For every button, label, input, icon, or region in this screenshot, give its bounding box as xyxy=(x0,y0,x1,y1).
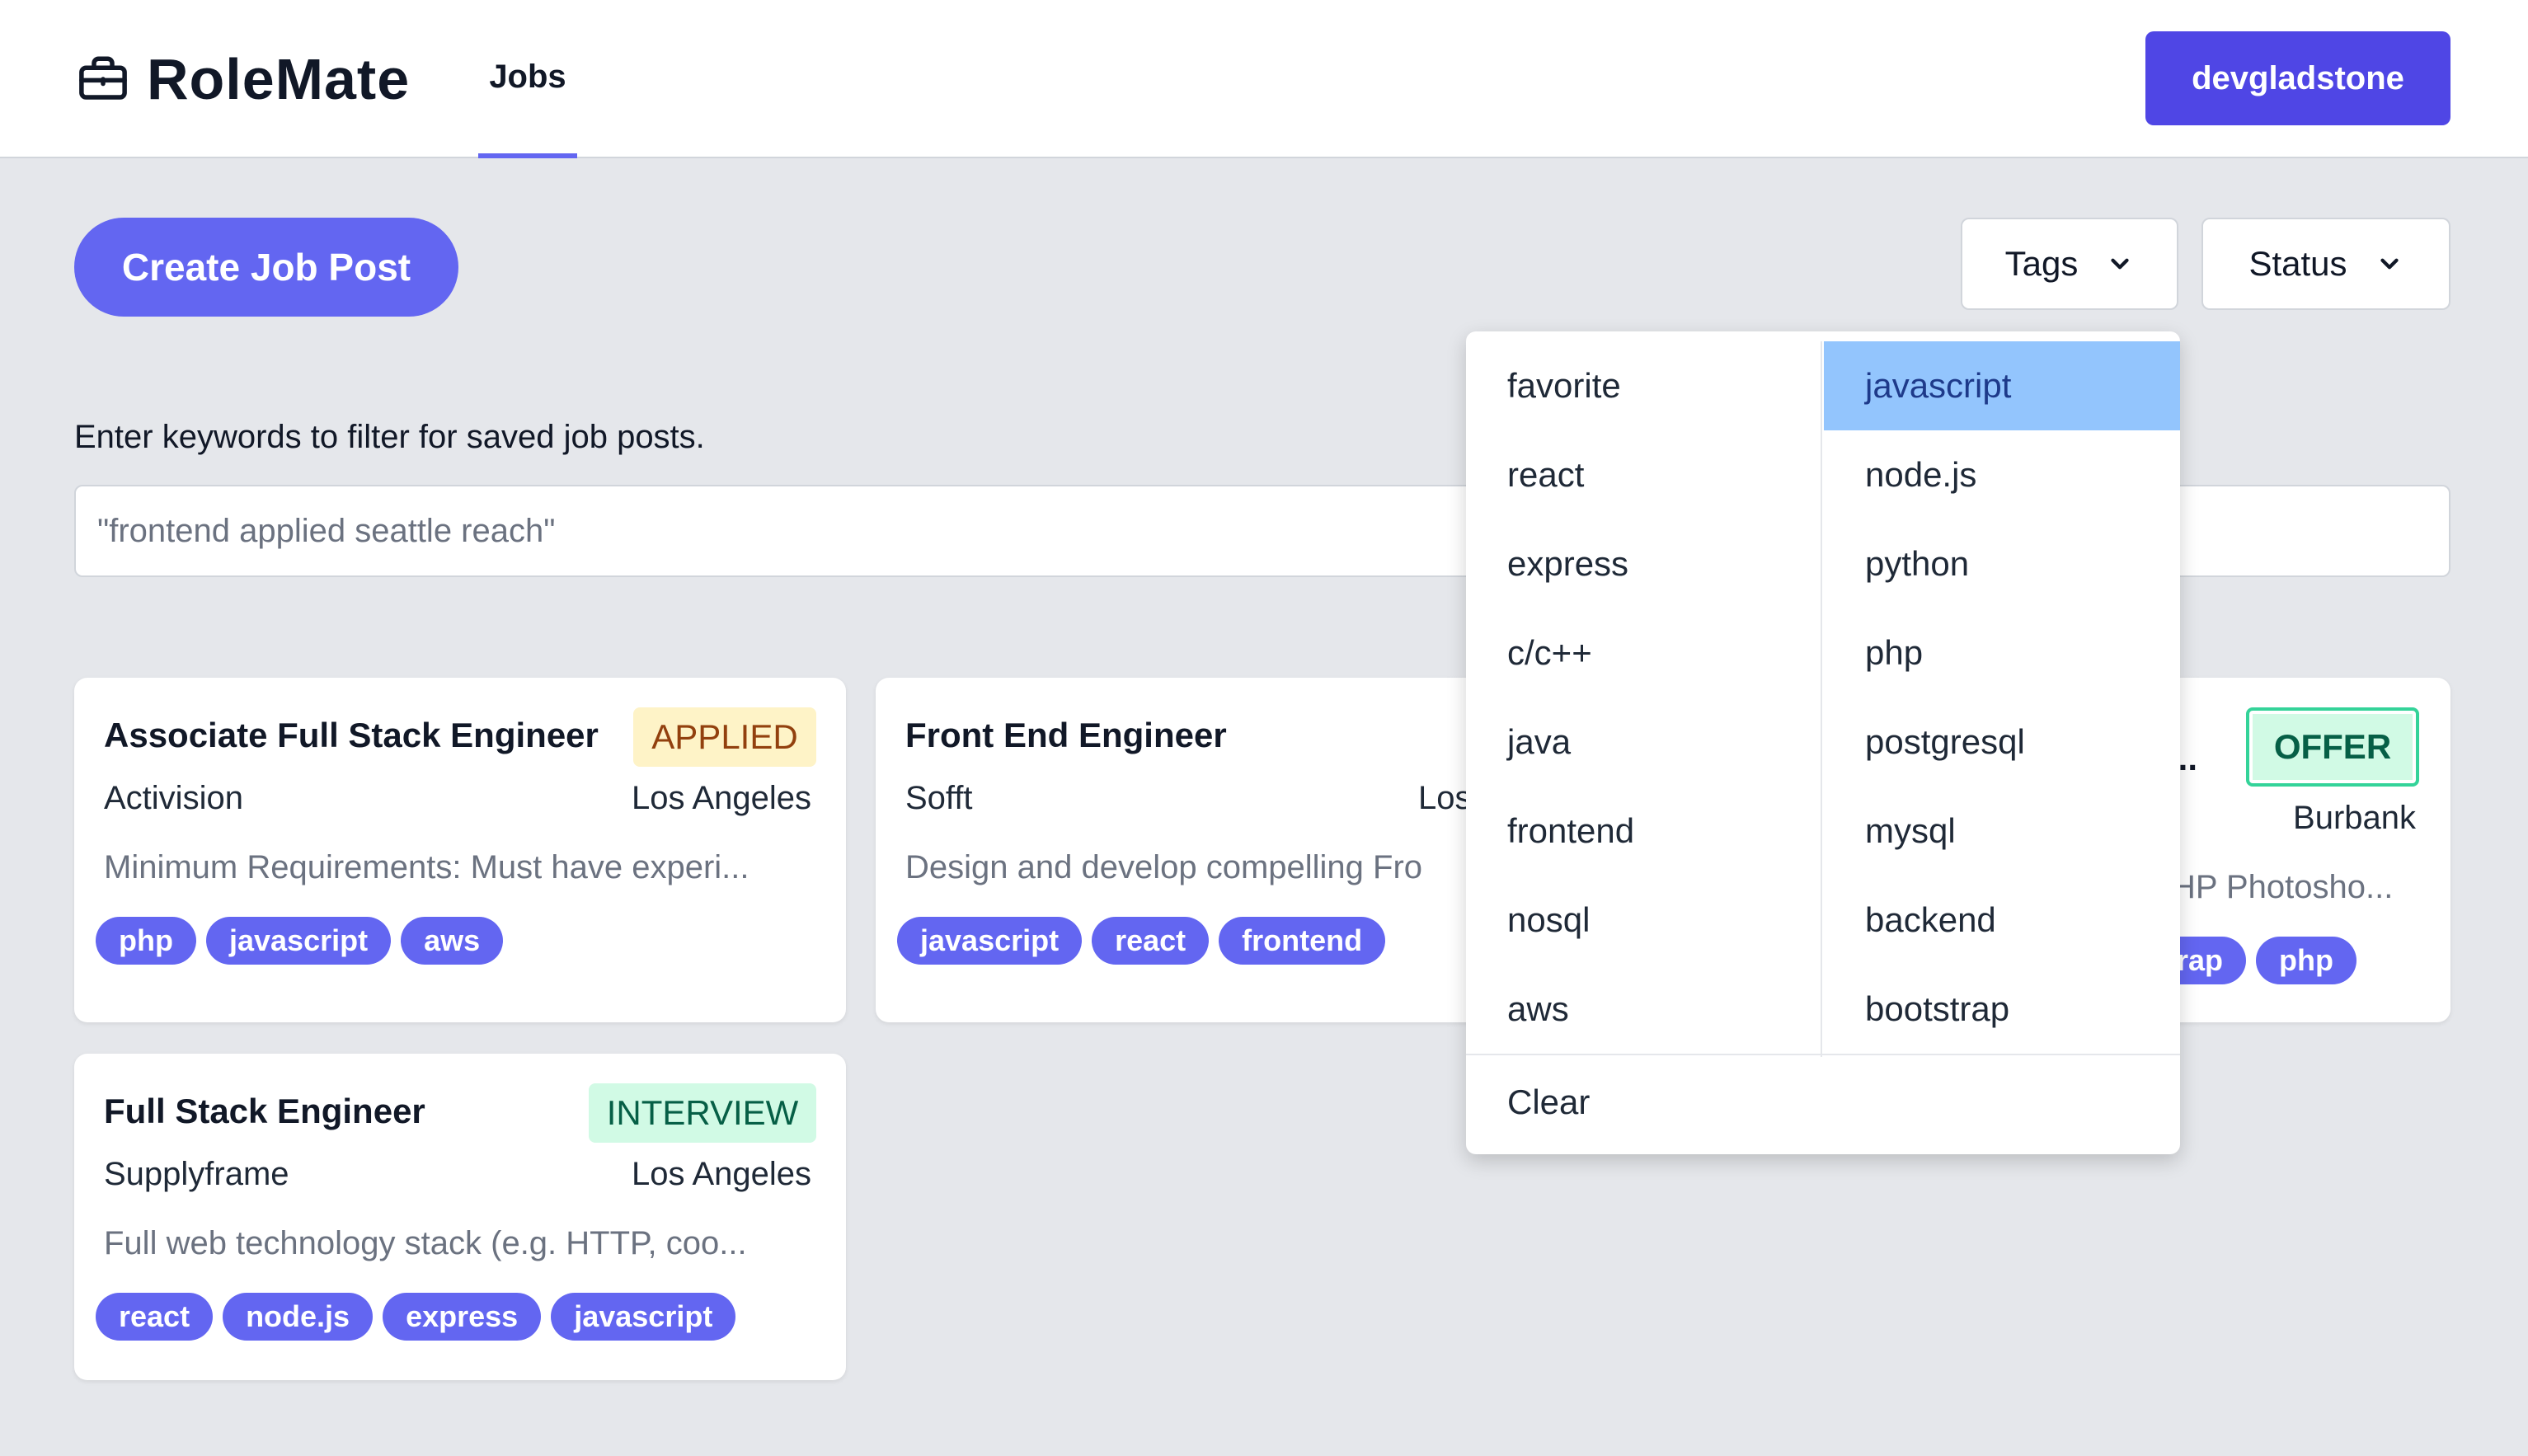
tag-pill[interactable]: express xyxy=(383,1293,542,1341)
status-badge: OFFER xyxy=(2246,707,2419,787)
job-title: Front End Engineer xyxy=(905,716,1227,754)
user-menu-button[interactable]: devgladstone xyxy=(2145,31,2450,125)
tags-dropdown-column-right: javascript node.js python php postgresql… xyxy=(1824,341,2180,1054)
tag-option-postgresql[interactable]: postgresql xyxy=(1824,697,2180,787)
job-location: Burbank xyxy=(2293,800,2416,836)
tag-option-frontend[interactable]: frontend xyxy=(1466,787,1821,876)
tag-option-java[interactable]: java xyxy=(1466,697,1821,787)
clear-tags-button[interactable]: Clear xyxy=(1466,1057,2180,1148)
tag-option-python[interactable]: python xyxy=(1824,519,2180,608)
job-location: Los xyxy=(1418,780,1472,816)
job-location: Los Angeles xyxy=(632,1156,811,1192)
tag-pill[interactable]: php xyxy=(96,917,196,965)
dropdown-divider xyxy=(1466,1054,2180,1055)
briefcase-icon xyxy=(79,56,127,100)
create-job-post-button[interactable]: Create Job Post xyxy=(74,218,458,317)
status-filter-button[interactable]: Status xyxy=(2201,218,2450,310)
tag-pill[interactable]: aws xyxy=(401,917,504,965)
job-title: Associate Full Stack Engineer xyxy=(104,716,599,754)
tag-pill[interactable]: frontend xyxy=(1219,917,1386,965)
chevron-down-icon xyxy=(2111,258,2129,270)
job-description: HP Photosho... xyxy=(2172,869,2394,905)
tag-pill[interactable]: javascript xyxy=(551,1293,736,1341)
tag-pill[interactable]: react xyxy=(96,1293,214,1341)
app-name: RoleMate xyxy=(147,47,411,111)
company-name: Supplyframe xyxy=(104,1156,289,1192)
company-name: Sofft xyxy=(905,780,973,816)
top-navbar: RoleMate Jobs devgladstone xyxy=(0,0,2528,158)
tag-option-mysql[interactable]: mysql xyxy=(1824,787,2180,876)
job-description: Minimum Requirements: Must have experi..… xyxy=(104,849,749,885)
job-card-supplyframe[interactable]: Full Stack Engineer INTERVIEW Supplyfram… xyxy=(74,1054,846,1380)
tag-list: javascript react frontend xyxy=(897,917,1386,965)
tags-filter-button[interactable]: Tags xyxy=(1961,218,2178,310)
company-name: Activision xyxy=(104,780,243,816)
status-badge: APPLIED xyxy=(633,707,816,767)
tag-list: react node.js express javascript xyxy=(96,1293,736,1341)
search-hint: Enter keywords to filter for saved job p… xyxy=(74,419,705,455)
tag-option-backend[interactable]: backend xyxy=(1824,876,2180,965)
tags-dropdown-column-left: favorite react express c/c++ java fronte… xyxy=(1466,341,1822,1057)
job-card-activision[interactable]: Associate Full Stack Engineer APPLIED Ac… xyxy=(74,678,846,1022)
status-badge: INTERVIEW xyxy=(589,1083,816,1143)
tag-option-aws[interactable]: aws xyxy=(1466,965,1821,1054)
tag-pill[interactable]: php xyxy=(2256,937,2356,984)
tag-option-javascript[interactable]: javascript xyxy=(1824,341,2180,430)
tag-list: php javascript aws xyxy=(96,917,504,965)
chevron-down-icon xyxy=(2380,258,2399,270)
tags-dropdown-menu: favorite react express c/c++ java fronte… xyxy=(1466,331,2180,1154)
tag-option-nodejs[interactable]: node.js xyxy=(1824,430,2180,519)
job-description: Full web technology stack (e.g. HTTP, co… xyxy=(104,1225,747,1261)
tag-option-react[interactable]: react xyxy=(1466,430,1821,519)
job-description: Design and develop compelling Fro xyxy=(905,849,1423,885)
brand[interactable]: RoleMate xyxy=(76,46,410,112)
tag-option-c-cpp[interactable]: c/c++ xyxy=(1466,608,1821,697)
tag-pill[interactable]: javascript xyxy=(897,917,1083,965)
tag-option-favorite[interactable]: favorite xyxy=(1466,341,1821,430)
tag-option-bootstrap[interactable]: bootstrap xyxy=(1824,965,2180,1054)
nav-tab-jobs[interactable]: Jobs xyxy=(478,0,577,158)
tag-option-express[interactable]: express xyxy=(1466,519,1821,608)
tag-pill[interactable]: node.js xyxy=(223,1293,374,1341)
tag-option-nosql[interactable]: nosql xyxy=(1466,876,1821,965)
tags-filter-label: Tags xyxy=(2004,244,2079,283)
tag-option-php[interactable]: php xyxy=(1824,608,2180,697)
tag-pill[interactable]: react xyxy=(1092,917,1210,965)
job-location: Los Angeles xyxy=(632,780,811,816)
tag-pill[interactable]: javascript xyxy=(205,917,392,965)
job-title: Full Stack Engineer xyxy=(104,1092,425,1130)
status-filter-label: Status xyxy=(2248,244,2347,283)
